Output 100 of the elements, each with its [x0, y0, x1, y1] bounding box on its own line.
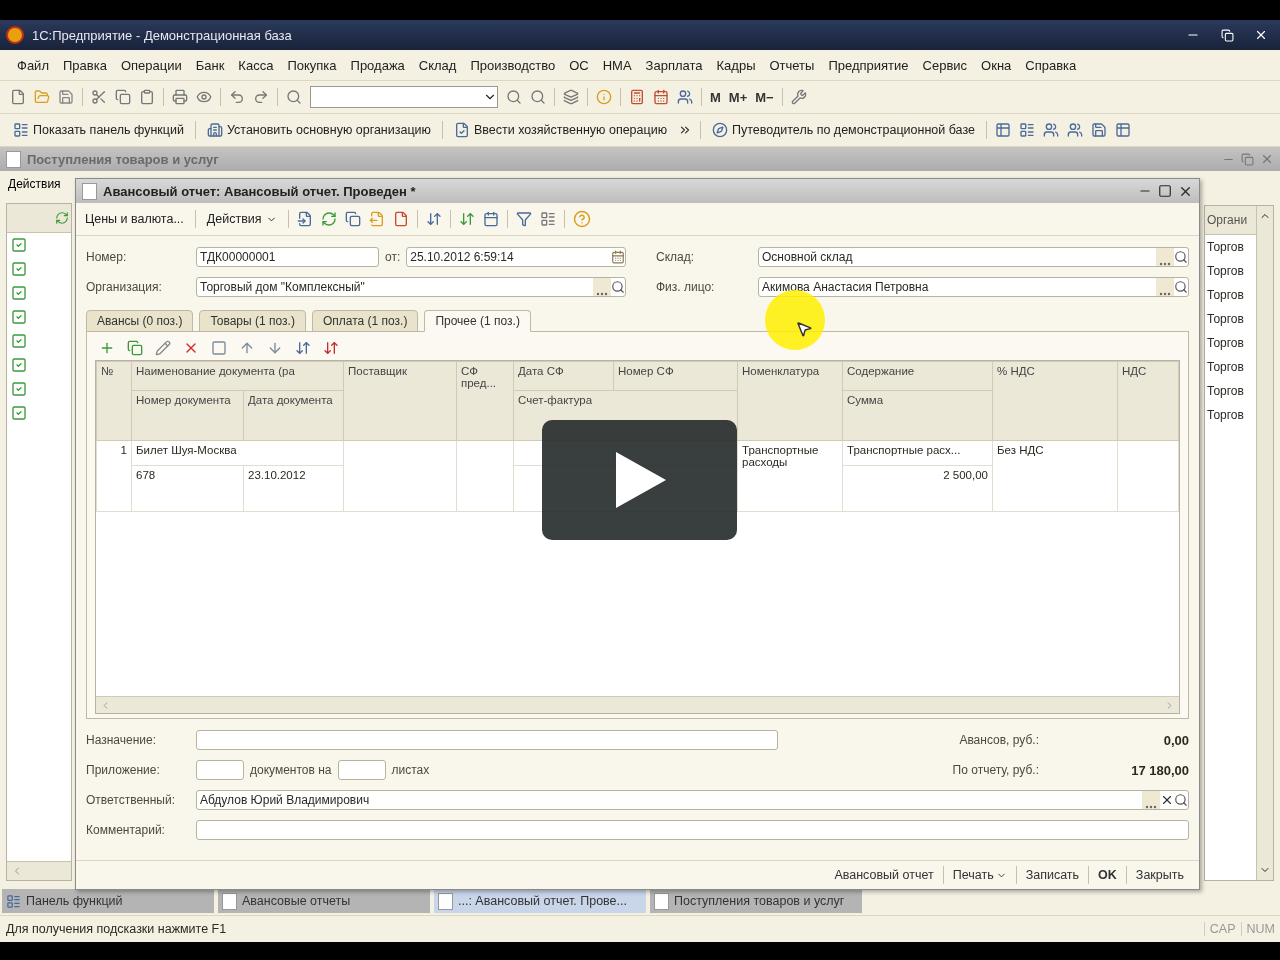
select-icon[interactable]: [1156, 278, 1174, 296]
paste-icon[interactable]: [139, 89, 155, 105]
taskbar-tab[interactable]: Панель функций: [2, 889, 214, 913]
header-cell[interactable]: №: [96, 361, 132, 441]
menu-item[interactable]: Склад: [411, 54, 464, 76]
header-cell[interactable]: Содержание: [842, 361, 993, 391]
header-cell[interactable]: Номенклатура: [737, 361, 843, 441]
menu-item[interactable]: Справка: [1018, 54, 1084, 76]
table-icon[interactable]: [1114, 122, 1131, 138]
sort-icon[interactable]: [458, 211, 475, 227]
menu-item[interactable]: Файл: [10, 54, 56, 76]
header-cell[interactable]: СФ пред...: [456, 361, 514, 441]
header-cell[interactable]: Поставщик: [343, 361, 457, 441]
sheets-count-field[interactable]: [337, 760, 386, 780]
calendar-icon[interactable]: [482, 211, 499, 227]
toolbar-button[interactable]: Установить основную организацию: [203, 120, 434, 140]
header-cell[interactable]: Наименование документа (ра: [131, 361, 344, 391]
comment-field[interactable]: [196, 820, 1189, 840]
undo-icon[interactable]: [229, 89, 245, 105]
purpose-field[interactable]: [196, 730, 778, 750]
wrench-icon[interactable]: [790, 89, 807, 105]
header-cell[interactable]: Дата СФ: [513, 361, 614, 391]
search-field[interactable]: [310, 86, 498, 108]
search-icon[interactable]: [1174, 280, 1188, 294]
menu-item[interactable]: Продажа: [343, 54, 412, 76]
calculator-icon[interactable]: [629, 89, 645, 105]
import-icon[interactable]: [296, 211, 313, 227]
menu-item[interactable]: НМА: [595, 54, 639, 76]
edit-icon[interactable]: [155, 340, 171, 356]
clear-icon[interactable]: [1160, 793, 1174, 807]
new-document-icon[interactable]: [10, 89, 26, 105]
documents-count-field[interactable]: [196, 760, 244, 780]
tab[interactable]: Товары (1 поз.): [199, 310, 306, 332]
info-icon[interactable]: [596, 89, 612, 105]
preview-icon[interactable]: [196, 89, 212, 105]
header-cell[interactable]: % НДС: [992, 361, 1118, 441]
organization-field[interactable]: Торговый дом "Комплексный": [196, 277, 626, 297]
help-icon[interactable]: [572, 210, 591, 228]
document-icon[interactable]: [392, 211, 409, 227]
header-cell[interactable]: НДС: [1117, 361, 1179, 441]
menu-item[interactable]: Отчеты: [762, 54, 822, 76]
maximize-icon[interactable]: [1158, 184, 1172, 198]
print-icon[interactable]: [172, 89, 188, 105]
footer-button[interactable]: OK: [1091, 866, 1124, 884]
users-icon[interactable]: [1042, 122, 1059, 138]
footer-button[interactable]: Записать: [1018, 866, 1087, 884]
stop-icon[interactable]: [211, 340, 227, 356]
footer-button[interactable]: Закрыть: [1128, 866, 1191, 884]
save-icon[interactable]: [1090, 122, 1107, 138]
menu-item[interactable]: Окна: [974, 54, 1019, 76]
memory-button[interactable]: M: [710, 89, 721, 105]
calendar-icon[interactable]: [611, 250, 625, 264]
close-icon[interactable]: [1254, 28, 1268, 42]
column-header[interactable]: Органи: [1205, 206, 1256, 235]
refresh-icon[interactable]: [320, 211, 337, 227]
number-field[interactable]: ТДК00000001: [196, 247, 379, 267]
copy-document-icon[interactable]: [344, 211, 361, 227]
find-previous-icon[interactable]: [530, 89, 546, 105]
tab[interactable]: Оплата (1 поз.): [311, 310, 419, 332]
header-cell[interactable]: Дата документа: [243, 390, 344, 441]
taskbar-tab[interactable]: Авансовые отчеты: [218, 889, 430, 913]
search-icon[interactable]: [1174, 250, 1188, 264]
copy-icon[interactable]: [115, 89, 131, 105]
footer-button[interactable]: Авансовый отчет: [827, 866, 941, 884]
actions-button[interactable]: Действия: [203, 210, 280, 228]
catalog-icon[interactable]: [994, 122, 1011, 138]
search-icon[interactable]: [1174, 793, 1188, 807]
tab[interactable]: Авансы (0 поз.): [86, 310, 194, 332]
toolbar-button[interactable]: Путеводитель по демонстрационной базе: [709, 120, 978, 140]
find-next-icon[interactable]: [506, 89, 522, 105]
actions-button[interactable]: Действия: [6, 171, 72, 197]
header-cell[interactable]: Сумма: [842, 390, 993, 441]
move-up-icon[interactable]: [239, 340, 255, 356]
document-list-icon[interactable]: [1018, 122, 1035, 138]
menu-item[interactable]: Производство: [463, 54, 563, 76]
play-button[interactable]: [542, 420, 737, 540]
list-icon[interactable]: [539, 211, 556, 227]
taskbar-tab[interactable]: ...: Авансовый отчет. Прове...: [434, 889, 646, 913]
menu-item[interactable]: Операции: [113, 54, 189, 76]
export-icon[interactable]: [368, 211, 385, 227]
menu-item[interactable]: Сервис: [915, 54, 975, 76]
search-icon[interactable]: [611, 280, 625, 294]
search-icon[interactable]: [286, 89, 302, 105]
sort-descending-icon[interactable]: [323, 340, 339, 356]
toolbar-button[interactable]: Показать панель функций: [10, 120, 187, 140]
copy-icon[interactable]: [127, 340, 143, 356]
cut-icon[interactable]: [91, 89, 107, 105]
sort-ascending-icon[interactable]: [295, 340, 311, 356]
users-icon[interactable]: [677, 89, 693, 105]
menu-item[interactable]: Кадры: [709, 54, 763, 76]
scrollbar[interactable]: [1256, 206, 1273, 880]
menu-item[interactable]: Зарплата: [638, 54, 710, 76]
calendar-icon[interactable]: [653, 89, 669, 105]
responsible-field[interactable]: Абдулов Юрий Владимирович: [196, 790, 1189, 810]
taskbar-tab[interactable]: Поступления товаров и услуг: [650, 889, 862, 913]
prices-button[interactable]: Цены и валюта...: [82, 210, 187, 228]
restore-icon[interactable]: [1220, 28, 1234, 42]
select-icon[interactable]: [593, 278, 611, 296]
select-icon[interactable]: [1142, 791, 1160, 809]
toolbar-button[interactable]: Ввести хозяйственную операцию: [450, 120, 671, 140]
